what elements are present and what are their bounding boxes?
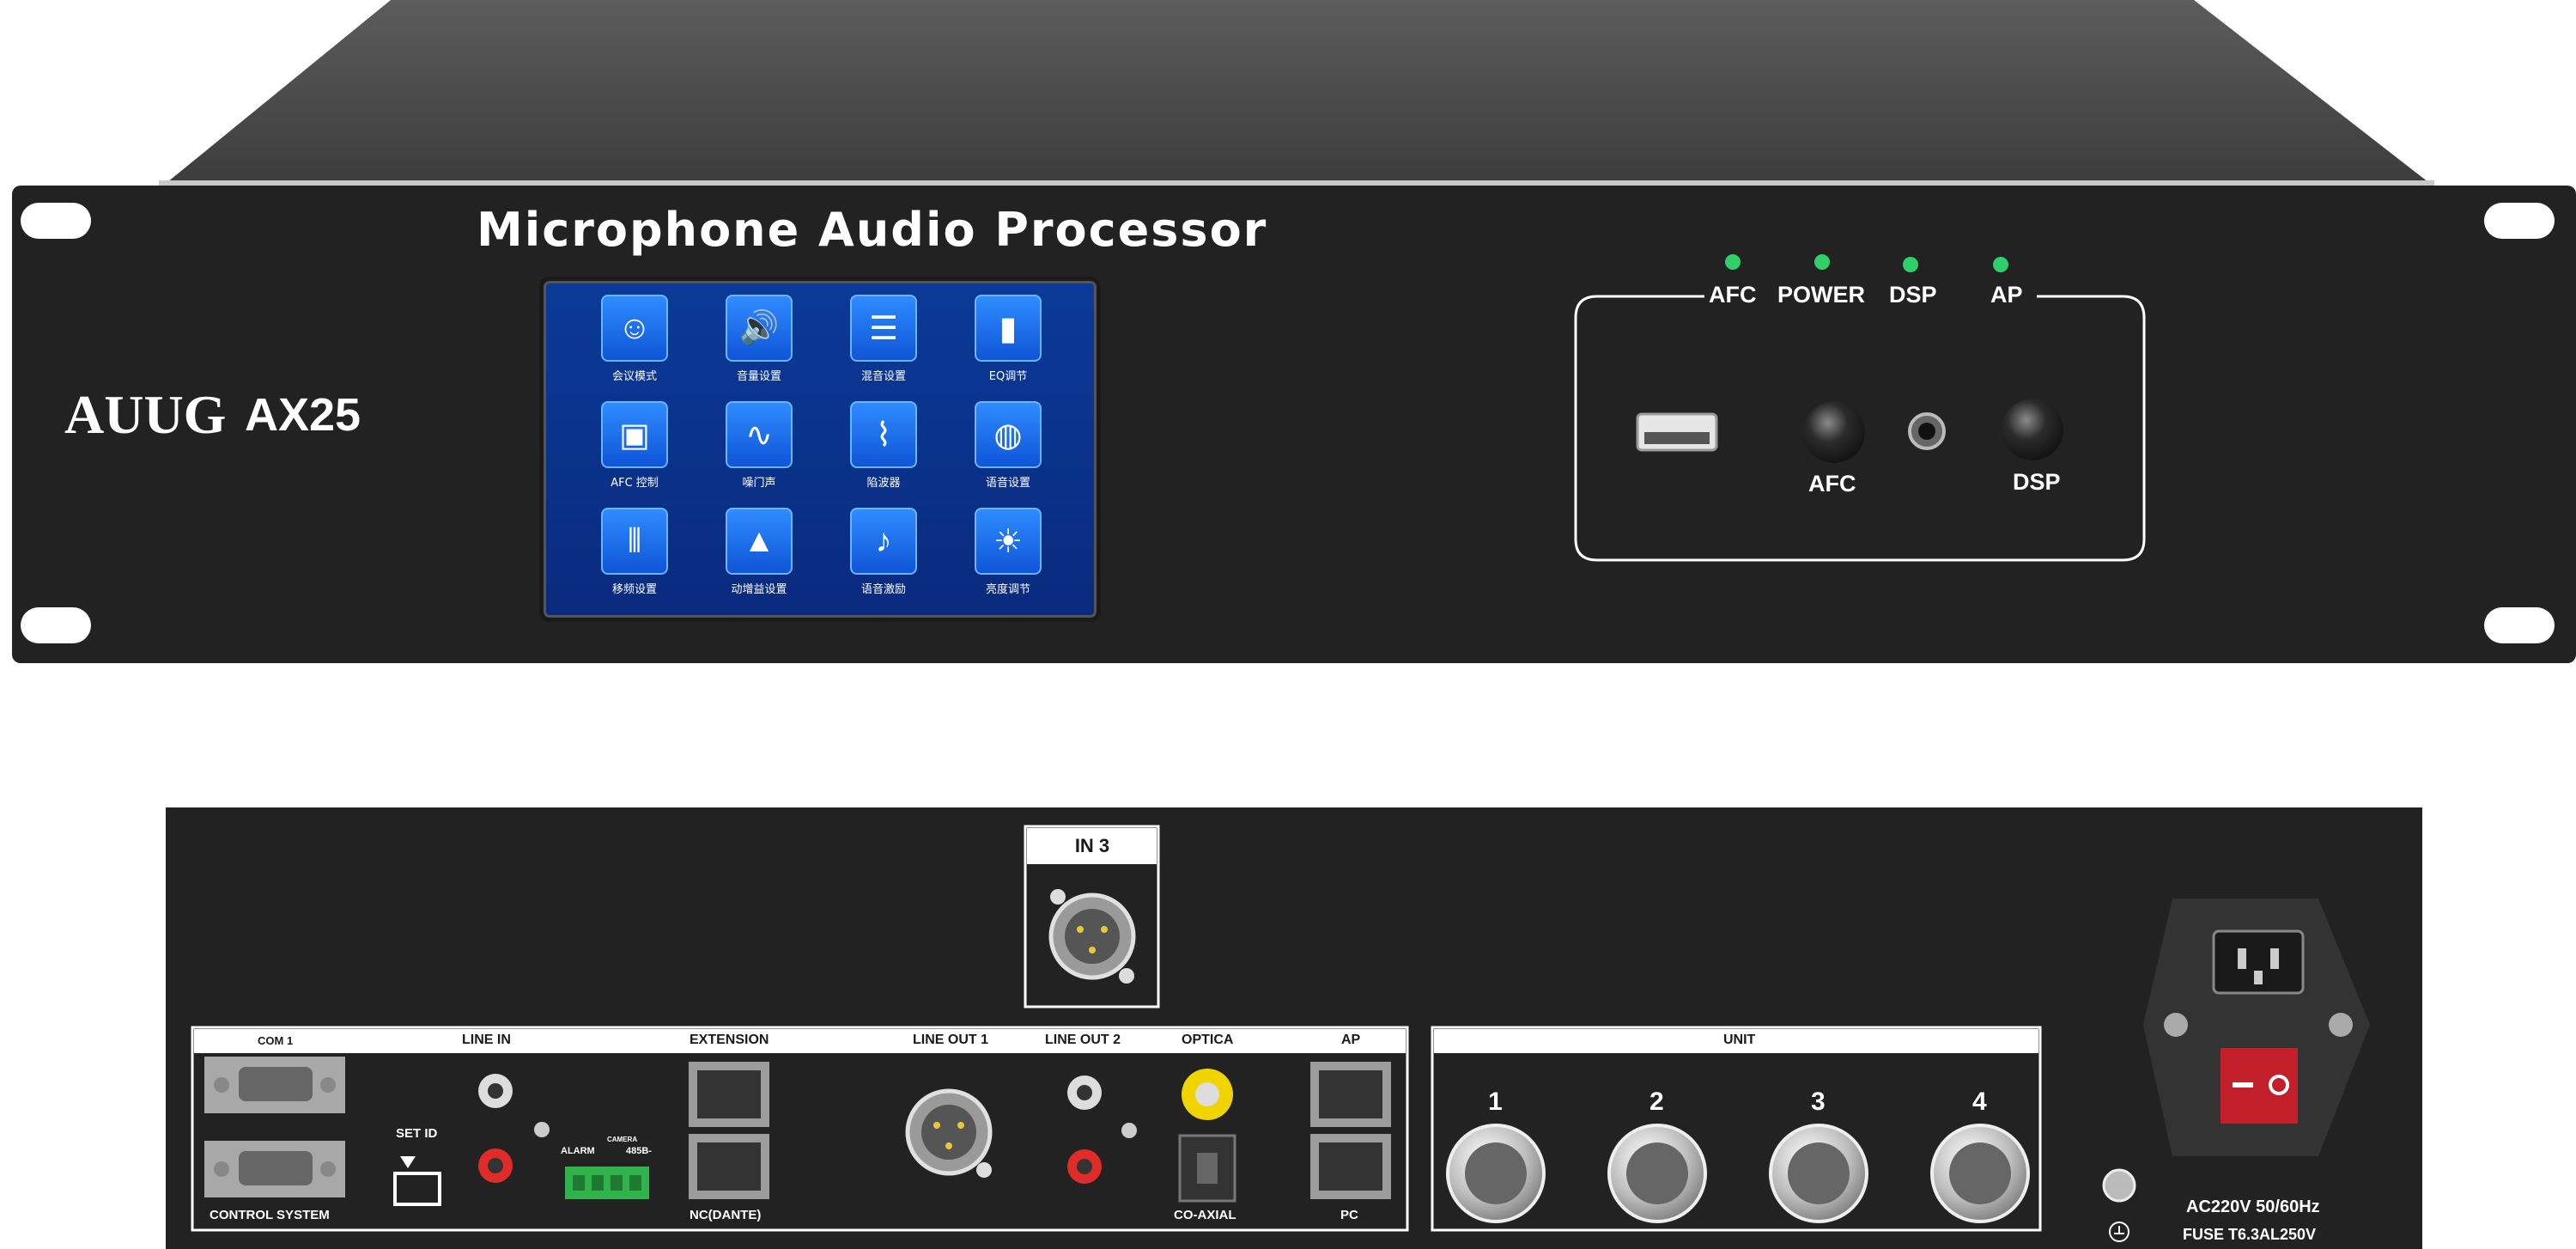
chassis-top (167, 0, 2428, 182)
app-frequency-shift[interactable]: ⦀ 移频设置 (574, 508, 695, 602)
indicator-ap-label: AP (1990, 282, 2023, 308)
gain-chart-icon: ▲ (726, 508, 793, 575)
app-voice-excitation[interactable]: ♪ 语音激励 (823, 508, 944, 602)
line-out1-label: LINE OUT 1 (913, 1033, 989, 1047)
rack-slot (21, 607, 91, 643)
touchscreen: ☺ 会议模式 🔊 音量设置 ☰ 混音设置 ▮ EQ调节 ▣ AFC 控制 ∿ 噪门声 ⌇ 陷波… (539, 277, 1101, 622)
ap-port-label: AP (1341, 1033, 1361, 1047)
app-label: 噪门声 (742, 477, 776, 490)
app-label: AFC 控制 (611, 477, 659, 490)
brand-logo: AUUG (64, 384, 227, 445)
app-label: 语音激励 (860, 583, 906, 596)
afc-knob-label: AFC (1808, 471, 1856, 497)
indicator-power-label: POWER (1777, 282, 1866, 308)
globe-icon: ◍ (975, 401, 1042, 468)
rack-slot (2484, 607, 2555, 643)
led-afc (1725, 254, 1741, 270)
app-label: 陷波器 (866, 477, 901, 490)
rack-slot (2484, 203, 2555, 239)
microphone-icon: ♪ (850, 508, 917, 575)
app-afc-control[interactable]: ▣ AFC 控制 (574, 401, 695, 496)
unit-number: 2 (1649, 1088, 1664, 1116)
dsp-knob-control[interactable] (2002, 399, 2063, 460)
dsp-knob-label: DSP (2013, 469, 2061, 495)
meeting-icon: ☺ (601, 295, 668, 362)
alarm-label: ALARM (561, 1146, 595, 1156)
device-drawing (12, 0, 2576, 1249)
app-label: 动增益设置 (731, 583, 787, 596)
afc-control-icon: ▣ (601, 401, 668, 468)
app-dynamic-gain[interactable]: ▲ 动增益设置 (699, 508, 819, 602)
app-brightness[interactable]: ☀ 亮度调节 (948, 508, 1068, 602)
control-system-label: CONTROL SYSTEM (210, 1208, 330, 1222)
fuse-label: FUSE T6.3AL250V (2183, 1226, 2317, 1243)
optica-label: OPTICA (1182, 1033, 1234, 1047)
unit-number: 3 (1811, 1088, 1826, 1116)
app-label: EQ调节 (988, 370, 1028, 383)
led-ap (1993, 257, 2008, 272)
waveform-icon: ∿ (726, 401, 793, 468)
frequency-shift-icon: ⦀ (601, 508, 668, 575)
in3-label: IN 3 (1074, 835, 1110, 856)
com1-label: COM 1 (258, 1034, 294, 1047)
co-axial-label: CO-AXIAL (1174, 1208, 1236, 1222)
unit-number: 1 (1488, 1088, 1503, 1116)
usb-port-area[interactable] (1637, 414, 1716, 450)
set-id-button-control[interactable] (395, 1173, 440, 1204)
line-in-label: LINE IN (462, 1033, 511, 1047)
led-power (1814, 254, 1830, 270)
rs485-label: 485B- (626, 1146, 652, 1156)
app-label: 语音设置 (985, 477, 1030, 490)
app-eq[interactable]: ▮ EQ调节 (948, 295, 1068, 389)
app-label: 混音设置 (860, 370, 906, 383)
front-panel (12, 186, 2576, 663)
app-label: 亮度调节 (985, 583, 1030, 596)
power-rating-label: AC220V 50/60Hz (2186, 1197, 2320, 1216)
line-out2-label: LINE OUT 2 (1045, 1033, 1121, 1047)
extension-label: EXTENSION (690, 1033, 769, 1047)
set-id-label: SET ID (396, 1126, 438, 1141)
app-mixer[interactable]: ☰ 混音设置 (823, 295, 944, 389)
indicator-afc-label: AFC (1709, 282, 1757, 308)
app-label: 音量设置 (736, 370, 781, 383)
app-meeting-mode[interactable]: ☺ 会议模式 (574, 295, 695, 389)
led-dsp (1903, 257, 1918, 272)
power-switch-control[interactable] (2221, 1048, 2298, 1124)
equalizer-icon: ▮ (975, 295, 1042, 362)
app-language[interactable]: ◍ 语音设置 (948, 401, 1068, 496)
app-noise-gate[interactable]: ∿ 噪门声 (699, 401, 819, 496)
camera-label: CAMERA (607, 1136, 638, 1143)
mixer-icon: ☰ (850, 295, 917, 362)
indicator-dsp-label: DSP (1889, 282, 1937, 308)
ground-screw (2102, 1168, 2136, 1203)
afc-knob-control[interactable] (1803, 401, 1865, 463)
notch-filter-icon: ⌇ (850, 401, 917, 468)
unit-number: 4 (1972, 1088, 1987, 1116)
app-label: 移频设置 (611, 583, 657, 596)
product-title: Microphone Audio Processor (477, 203, 1268, 257)
speaker-icon: 🔊 (726, 295, 793, 362)
rack-slot (21, 203, 91, 239)
app-notch-filter[interactable]: ⌇ 陷波器 (823, 401, 944, 496)
app-volume[interactable]: 🔊 音量设置 (699, 295, 819, 389)
brightness-icon: ☀ (975, 508, 1042, 575)
unit-label: UNIT (1723, 1033, 1756, 1047)
nc-dante-label: NC(DANTE) (690, 1208, 762, 1222)
model-name: AX25 (245, 389, 361, 441)
pc-port-label: PC (1340, 1208, 1358, 1222)
app-label: 会议模式 (611, 370, 657, 383)
